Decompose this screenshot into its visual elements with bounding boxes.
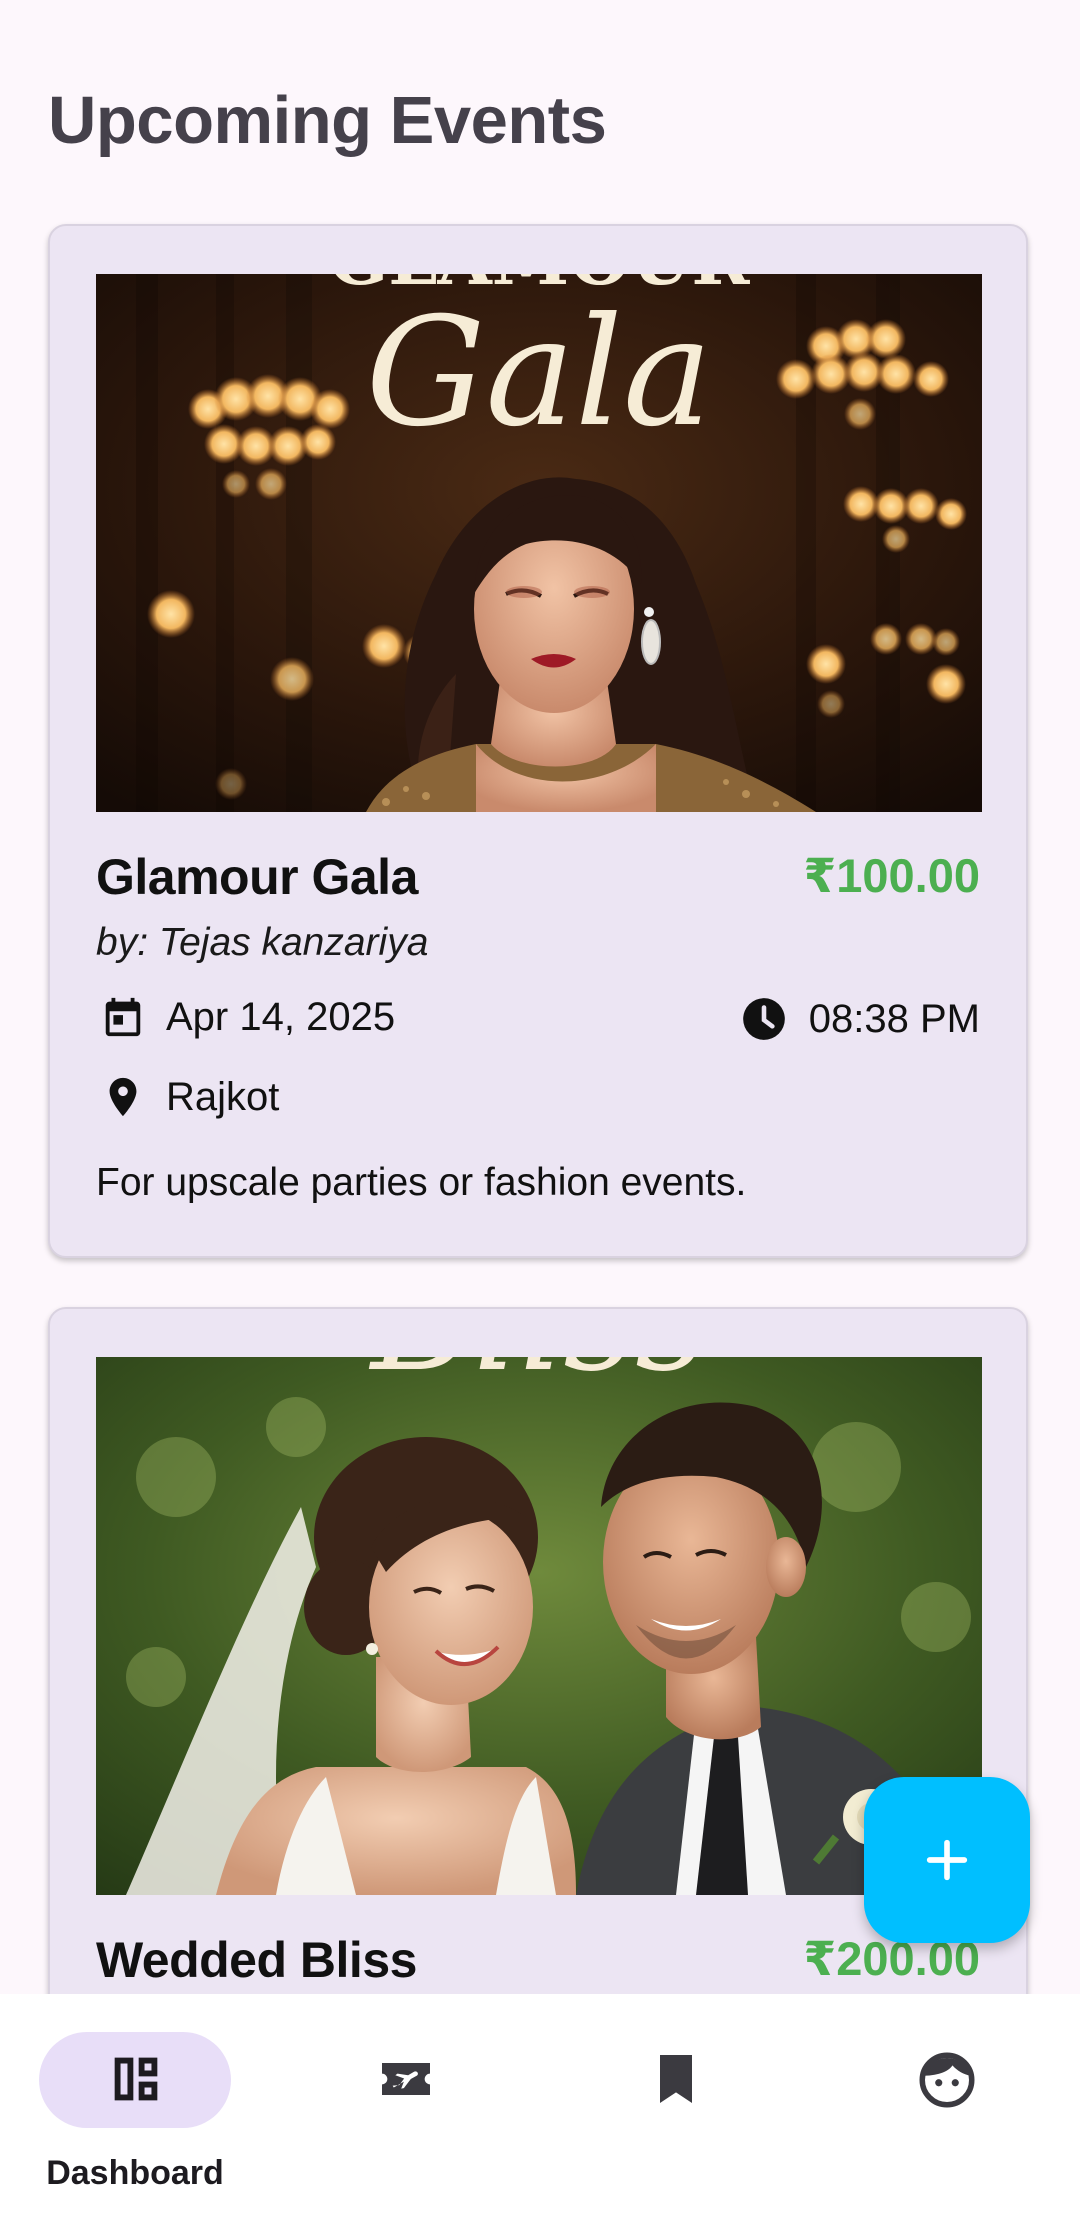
event-time-text: 08:38 PM — [808, 996, 980, 1041]
event-title: Glamour Gala — [96, 849, 418, 905]
bottom-navigation: Dashboard — [0, 1994, 1080, 2238]
event-image: Bliss — [96, 1357, 982, 1895]
event-organizer: by: Tejas kanzariya — [96, 921, 429, 964]
image-title-text: Gala — [366, 286, 713, 460]
event-time: 08:38 PM — [739, 994, 980, 1044]
event-price: ₹100.00 — [803, 849, 980, 902]
plus-icon — [926, 1839, 968, 1881]
event-location-text: Rajkot — [166, 1074, 280, 1119]
add-event-button[interactable] — [864, 1777, 1030, 1943]
nav-item-profile[interactable] — [810, 1994, 1080, 2238]
event-location: Rajkot — [100, 1074, 279, 1120]
profile-face-icon — [919, 2052, 975, 2108]
event-date-text: Apr 14, 2025 — [166, 994, 396, 1039]
event-date: Apr 14, 2025 — [100, 994, 395, 1040]
clock-icon — [742, 998, 785, 1040]
calendar-icon — [105, 997, 141, 1037]
event-description: For upscale parties or fashion events. — [96, 1161, 747, 1204]
event-card[interactable]: GLAMOUR Gala Glamour Gala ₹100.00 by: Te… — [48, 224, 1028, 1258]
nav-item-bookmarks[interactable] — [540, 1994, 810, 2238]
event-image: GLAMOUR Gala — [96, 274, 982, 812]
dashboard-icon — [114, 2057, 158, 2101]
nav-item-label: Dashboard — [46, 2154, 224, 2192]
ticket-icon — [382, 2063, 430, 2095]
image-title-text: Bliss — [368, 1357, 707, 1403]
location-pin-icon — [109, 1077, 137, 1117]
event-card[interactable]: Bliss Wedded Bliss ₹200.00 — [48, 1307, 1028, 2107]
event-title: Wedded Bliss — [96, 1932, 417, 1988]
page-title: Upcoming Events — [48, 83, 607, 158]
nav-item-dashboard[interactable]: Dashboard — [0, 1994, 270, 2238]
nav-item-tickets[interactable] — [270, 1994, 540, 2238]
bookmark-icon — [660, 2055, 692, 2103]
